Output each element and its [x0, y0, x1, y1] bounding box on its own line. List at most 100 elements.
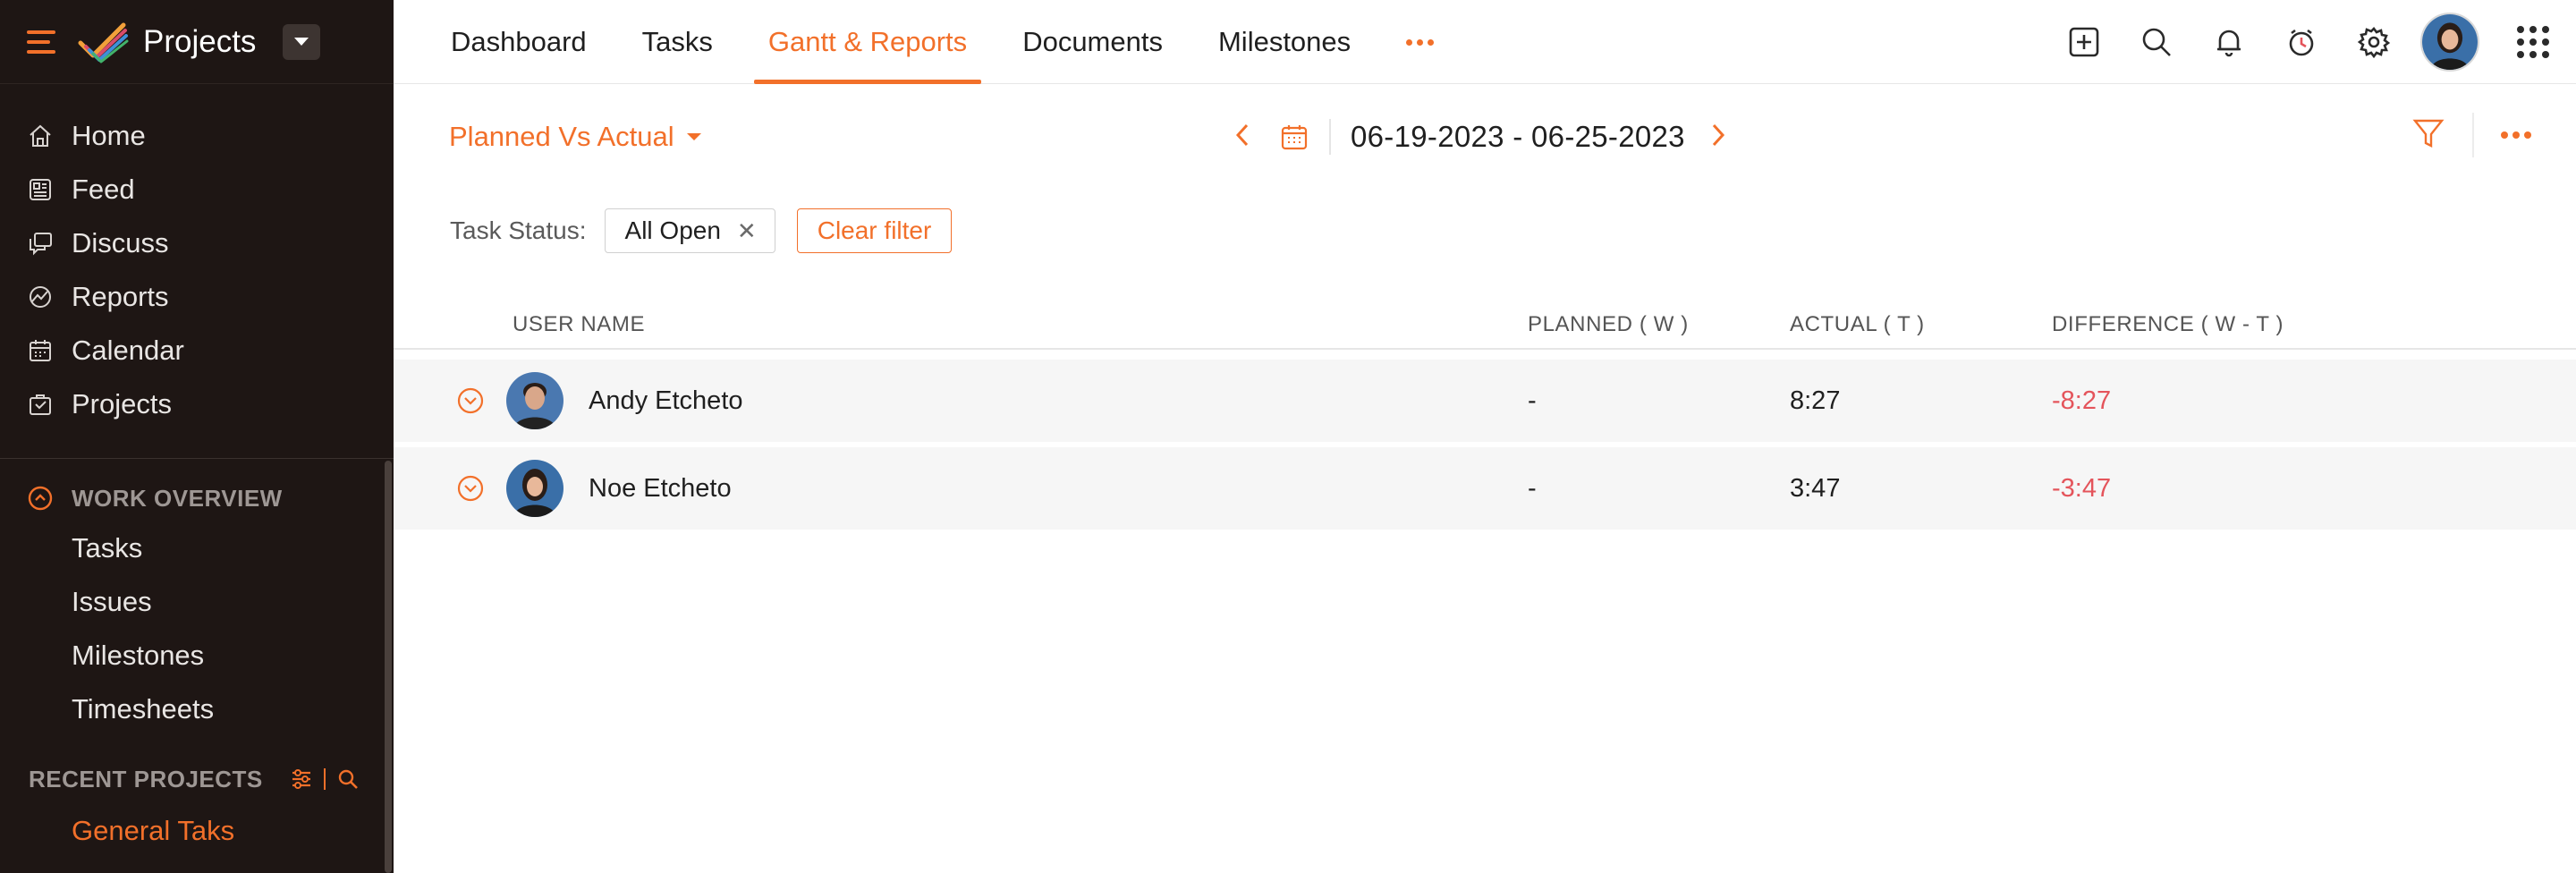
user-photo-icon: [506, 460, 564, 517]
sidebar-item-label: Calendar: [72, 335, 184, 366]
col-user-name[interactable]: USER NAME: [513, 300, 645, 350]
sidebar-item-timesheets[interactable]: Timesheets: [0, 682, 394, 736]
next-week-button[interactable]: [1707, 122, 1730, 153]
search-icon: [2142, 28, 2171, 56]
filter-row: Task Status: All Open ✕ Clear filter: [450, 208, 953, 253]
tab-bar: Dashboard Tasks Gantt & Reports Document…: [394, 0, 1489, 84]
user-name[interactable]: Noe Etcheto: [589, 447, 732, 530]
search-button[interactable]: [2139, 24, 2174, 60]
more-tabs-icon[interactable]: [1406, 0, 1435, 84]
chevron-right-icon: [1712, 123, 1724, 146]
table-row[interactable]: Noe Etcheto - 3:47 -3:47: [394, 447, 2576, 530]
sidebar-divider: [0, 458, 394, 459]
report-content: Planned Vs Actual 06-19-2023 - 06-25-202…: [394, 85, 2576, 873]
tab-dashboard[interactable]: Dashboard: [451, 0, 587, 84]
tab-tasks[interactable]: Tasks: [642, 0, 713, 84]
chevron-left-icon: [1235, 123, 1249, 146]
previous-week-button[interactable]: [1231, 122, 1254, 153]
sidebar-item-feed[interactable]: Feed: [0, 163, 394, 216]
settings-button[interactable]: [2356, 24, 2392, 60]
user-photo-icon: [2422, 14, 2478, 70]
tab-gantt-reports[interactable]: Gantt & Reports: [753, 0, 982, 84]
clear-filter-button[interactable]: Clear filter: [796, 208, 953, 253]
date-navigator: 06-19-2023 - 06-25-2023: [1231, 114, 1730, 160]
app-switcher-dropdown[interactable]: [283, 23, 321, 60]
notifications-button[interactable]: [2211, 24, 2247, 60]
sidebar: Projects Home Feed Discuss Reports Calen…: [0, 0, 394, 873]
recent-projects-tools: [290, 767, 360, 791]
col-planned[interactable]: PLANNED ( W ): [1528, 300, 1689, 350]
add-new-button[interactable]: [2066, 24, 2102, 60]
table-row[interactable]: Andy Etcheto - 8:27 -8:27: [394, 360, 2576, 442]
top-nav: Dashboard Tasks Gantt & Reports Document…: [394, 0, 2576, 84]
col-actual[interactable]: ACTUAL ( T ): [1790, 300, 1925, 350]
sidebar-item-calendar[interactable]: Calendar: [0, 324, 394, 377]
sidebar-item-milestones[interactable]: Milestones: [0, 629, 394, 682]
calendar-icon: [30, 340, 51, 361]
projects-icon: [30, 394, 51, 415]
avatar: [506, 372, 564, 429]
sidebar-item-reports[interactable]: Reports: [0, 270, 394, 324]
app-title: Projects: [143, 23, 257, 59]
date-separator: [1329, 119, 1331, 155]
timer-button[interactable]: [2284, 24, 2319, 60]
caret-down-icon: [294, 38, 309, 46]
user-photo-icon: [506, 372, 564, 429]
user-avatar[interactable]: [2420, 13, 2479, 72]
col-difference[interactable]: DIFFERENCE ( W - T ): [2052, 300, 2284, 350]
plus-square-icon: [2069, 27, 2099, 57]
sidebar-item-discuss[interactable]: Discuss: [0, 216, 394, 270]
sidebar-scrollbar[interactable]: [385, 461, 392, 873]
sidebar-item-home[interactable]: Home: [0, 109, 394, 163]
tab-documents[interactable]: Documents: [1022, 0, 1163, 84]
work-overview-title: WORK OVERVIEW: [72, 484, 283, 512]
report-type-dropdown[interactable]: Planned Vs Actual: [449, 121, 701, 153]
calendar-picker-icon[interactable]: [1279, 122, 1309, 152]
hamburger-menu-icon[interactable]: [27, 30, 55, 54]
sidebar-item-label: Feed: [72, 174, 135, 205]
chip-label: All Open: [624, 216, 721, 244]
more-options-icon[interactable]: [2501, 131, 2531, 139]
report-type-label: Planned Vs Actual: [449, 121, 674, 152]
top-actions: [2029, 0, 2576, 84]
discuss-icon: [30, 233, 52, 256]
chevron-up-circle-icon: [28, 486, 53, 511]
planned-value: -: [1528, 473, 1537, 503]
table-header: USER NAME PLANNED ( W ) ACTUAL ( T ) DIF…: [394, 300, 2576, 350]
app-root: Projects Home Feed Discuss Reports Calen…: [0, 0, 2576, 873]
recent-project-item[interactable]: General Taks: [0, 804, 394, 858]
search-icon[interactable]: [336, 767, 360, 791]
remove-filter-icon[interactable]: ✕: [737, 217, 757, 245]
filter-label: Task Status:: [450, 216, 587, 244]
difference-value: -8:27: [2052, 386, 2112, 415]
sidebar-item-label: Reports: [72, 281, 169, 312]
sidebar-header: Projects: [0, 0, 394, 84]
filter-button[interactable]: [2411, 116, 2445, 155]
sliders-icon[interactable]: [290, 767, 313, 791]
tab-milestones[interactable]: Milestones: [1218, 0, 1351, 84]
actual-value: 3:47: [1790, 473, 1841, 503]
expand-row-icon[interactable]: [456, 474, 485, 503]
report-tools: [2411, 112, 2531, 158]
recent-project-item[interactable]: Zoho One Sen: [0, 858, 394, 873]
sidebar-item-label: Home: [72, 120, 146, 151]
home-icon: [30, 124, 51, 147]
sidebar-item-issues[interactable]: Issues: [0, 575, 394, 629]
projects-logo-icon: [78, 22, 129, 63]
apps-grid-icon[interactable]: [2517, 26, 2549, 58]
sidebar-item-label: Discuss: [72, 227, 169, 259]
work-overview-toggle[interactable]: WORK OVERVIEW: [0, 475, 394, 521]
planned-value: -: [1528, 386, 1537, 415]
gear-icon: [2357, 27, 2391, 59]
actual-value: 8:27: [1790, 386, 1841, 415]
timer-icon: [2289, 29, 2314, 56]
sidebar-item-tasks[interactable]: Tasks: [0, 521, 394, 575]
sidebar-item-projects[interactable]: Projects: [0, 377, 394, 431]
task-status-chip[interactable]: All Open ✕: [604, 208, 775, 253]
avatar: [506, 460, 564, 517]
caret-down-icon: [686, 133, 701, 140]
user-name[interactable]: Andy Etcheto: [589, 360, 743, 442]
expand-row-icon[interactable]: [456, 386, 485, 415]
reports-icon: [30, 286, 51, 308]
filter-icon: [2412, 119, 2445, 148]
